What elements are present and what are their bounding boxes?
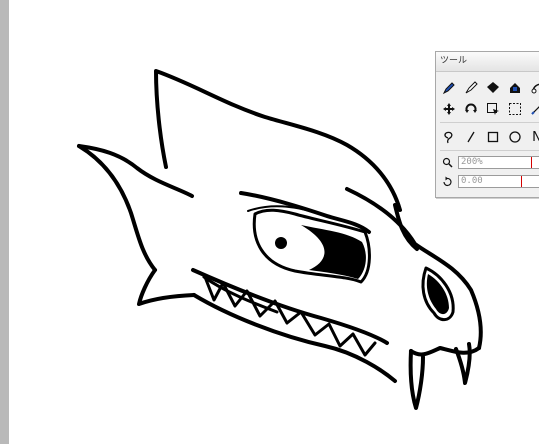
tool-row-3: N — [440, 128, 539, 146]
line-pen-icon[interactable] — [528, 100, 539, 118]
rectangle-icon[interactable] — [484, 128, 502, 146]
zoom-row: 200% — [442, 156, 539, 169]
rotation-slider-marker[interactable] — [521, 176, 522, 187]
move-icon[interactable] — [440, 100, 458, 118]
select-transform-icon[interactable] — [484, 100, 502, 118]
fill-icon[interactable] — [484, 79, 502, 97]
rotation-value: 0.00 — [461, 176, 483, 186]
tool-separator-2 — [440, 150, 539, 151]
eraser-icon[interactable] — [506, 79, 524, 97]
rotation-field[interactable]: 0.00 — [458, 175, 539, 188]
pen-icon[interactable] — [440, 79, 458, 97]
tool-panel-title[interactable]: ツール — [436, 52, 539, 72]
rotate-icon[interactable] — [462, 100, 480, 118]
rotation-icon — [442, 176, 453, 187]
tool-panel[interactable]: ツール 200% 0.00 — [435, 51, 539, 198]
tool-row-2 — [440, 100, 539, 118]
ellipse-icon[interactable] — [506, 128, 524, 146]
rect-select-icon[interactable] — [506, 100, 524, 118]
text-icon[interactable]: N — [528, 128, 539, 146]
zoom-icon — [442, 157, 453, 168]
canvas-left-gutter — [0, 0, 9, 444]
line-icon[interactable] — [462, 128, 480, 146]
gradient-icon[interactable] — [528, 79, 539, 97]
brush-icon[interactable] — [462, 79, 480, 97]
tool-separator — [440, 122, 539, 123]
rotation-row: 0.00 — [442, 175, 539, 188]
paint-app-window: ツール 200% 0.00 — [0, 0, 539, 444]
zoom-field[interactable]: 200% — [458, 156, 539, 169]
lasso-icon[interactable] — [440, 128, 458, 146]
zoom-slider-marker[interactable] — [531, 157, 532, 168]
zoom-value: 200% — [461, 157, 483, 167]
tool-row-1 — [440, 79, 539, 97]
